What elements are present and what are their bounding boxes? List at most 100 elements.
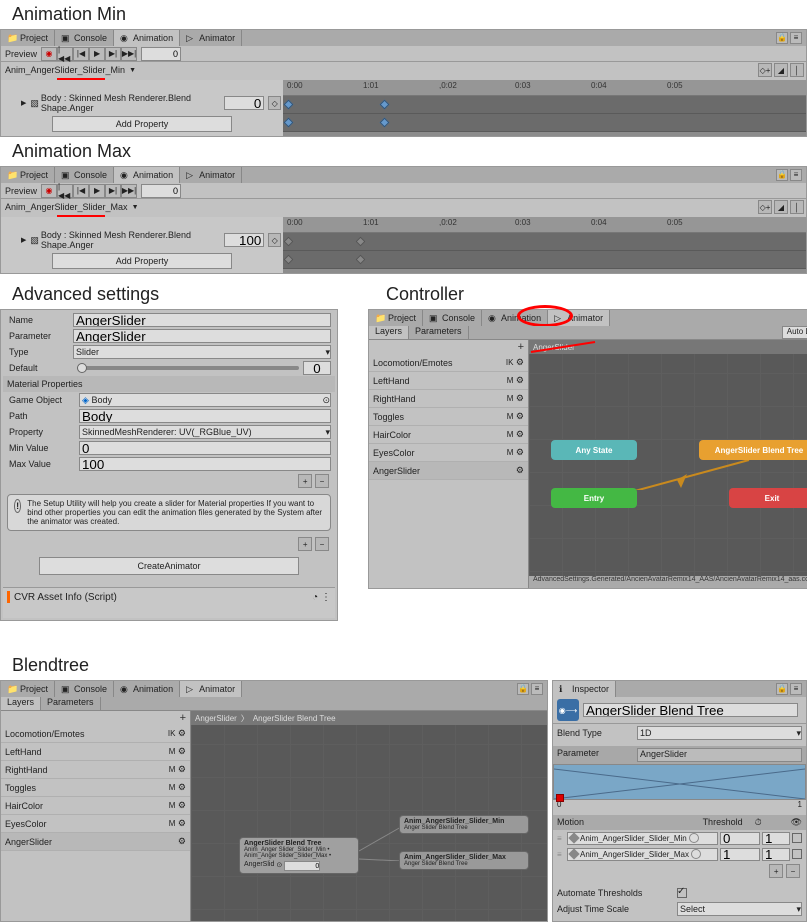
tab-animator[interactable]: ▷Animator (180, 167, 242, 183)
tab-animator[interactable]: ▷Animator (180, 30, 242, 46)
mirror-checkbox[interactable] (792, 849, 802, 859)
animator-graph[interactable]: AngerSlider Any State Entry AngerSlider … (529, 340, 807, 588)
tab-console[interactable]: ▣Console (55, 30, 114, 46)
layer-item[interactable]: RightHandM ⚙ (1, 761, 190, 779)
keyframe[interactable] (380, 118, 390, 128)
gear-icon[interactable]: ⚙ (516, 429, 524, 439)
more-icon[interactable]: │ (790, 200, 804, 214)
tab-console[interactable]: ▣Console (423, 310, 482, 326)
frame-field[interactable] (141, 47, 181, 61)
blend-param-value[interactable] (284, 861, 320, 871)
keyframe[interactable] (284, 118, 294, 128)
timeline-ruler[interactable]: 0:001:01,0:020:030:040:05 (283, 217, 806, 233)
blend-leaf-max[interactable]: Anim_AngerSlider_Slider_Max Anger Slider… (399, 851, 529, 870)
threshold-field[interactable] (720, 848, 760, 861)
blendtree-graph[interactable]: AngerSlider〉AngerSlider Blend Tree Anger… (191, 711, 547, 921)
gameobject-field[interactable]: ◈ Body⊙ (79, 393, 331, 407)
motion-row[interactable]: ≡ Anim_AngerSlider_Slider_Max (553, 846, 806, 862)
blend-root-node[interactable]: AngerSlider Blend Tree Anim_Anger Slider… (239, 837, 359, 874)
summary-track[interactable] (283, 96, 806, 114)
type-dropdown[interactable]: Slider▾ (73, 345, 331, 359)
layer-item[interactable]: TogglesM ⚙ (1, 779, 190, 797)
add-property-button[interactable]: Add Property (52, 116, 232, 132)
clip-selector[interactable]: Anim_AngerSlider_Slider_Max▼ (1, 202, 231, 212)
key-toggle-icon[interactable]: ◇ (268, 96, 281, 110)
tab-animation[interactable]: ◉Animation (114, 30, 180, 46)
motion-row[interactable]: ≡ Anim_AngerSlider_Slider_Min (553, 830, 806, 846)
next-key-button[interactable]: ▶| (105, 47, 121, 61)
summary-track[interactable] (283, 233, 806, 251)
add-icon[interactable]: + (298, 537, 312, 551)
property-track[interactable] (283, 251, 806, 269)
gear-icon[interactable]: ⚙ (516, 465, 524, 475)
gear-icon[interactable]: ⚙ (516, 393, 524, 403)
gear-icon[interactable]: ⚙ (178, 818, 186, 828)
gear-icon[interactable]: ⚙ (178, 728, 186, 738)
remove-icon[interactable]: − (315, 537, 329, 551)
remove-icon[interactable]: − (786, 864, 800, 878)
default-value[interactable] (303, 361, 331, 375)
node-exit[interactable]: Exit (729, 488, 807, 508)
gear-icon[interactable]: ⚙ (178, 764, 186, 774)
add-key-icon[interactable]: ◇+ (758, 63, 772, 77)
panel-menu-icon[interactable]: ≡ (790, 683, 802, 695)
expand-icon[interactable]: ▶ (21, 236, 26, 244)
speed-field[interactable] (762, 848, 790, 861)
keyframe[interactable] (284, 237, 294, 247)
tab-animation[interactable]: ◉Animation (114, 681, 180, 697)
add-icon[interactable]: + (769, 864, 783, 878)
add-icon[interactable]: + (298, 474, 312, 488)
layer-item[interactable]: LeftHandM ⚙ (369, 372, 528, 390)
keyframe[interactable] (356, 255, 366, 265)
gear-icon[interactable]: ⚙ (516, 411, 524, 421)
auto-live-link-button[interactable]: Auto Live Link (782, 326, 807, 339)
gear-icon[interactable]: ⚙ (178, 782, 186, 792)
parameters-tab[interactable]: Parameters (41, 697, 101, 710)
add-layer-icon[interactable]: + (369, 340, 528, 354)
lock-icon[interactable]: 🔒 (776, 32, 788, 44)
drag-handle-icon[interactable]: ≡ (557, 850, 565, 859)
layers-tab[interactable]: Layers (369, 326, 409, 339)
tab-project[interactable]: 📁Project (1, 30, 55, 46)
gear-icon[interactable]: ⚙ (516, 357, 524, 367)
record-button[interactable]: ◉ (41, 184, 57, 198)
property-value[interactable] (224, 96, 264, 110)
more-icon[interactable]: │ (790, 63, 804, 77)
frame-field[interactable] (141, 184, 181, 198)
layer-item[interactable]: HairColorM ⚙ (1, 797, 190, 815)
layer-item[interactable]: LeftHandM ⚙ (1, 743, 190, 761)
blendtree-name-field[interactable] (583, 703, 798, 717)
motion-field[interactable]: Anim_AngerSlider_Slider_Min (567, 832, 718, 845)
path-field[interactable] (79, 409, 331, 423)
motion-field[interactable]: Anim_AngerSlider_Slider_Max (567, 848, 718, 861)
parameter-field[interactable] (73, 329, 331, 343)
clip-selector[interactable]: Anim_AngerSlider_Slider_Min▼ (1, 65, 231, 75)
prev-frame-button[interactable]: |◀◀ (57, 184, 73, 198)
expand-icon[interactable]: ▶ (21, 99, 26, 107)
threshold-field[interactable] (720, 832, 760, 845)
play-button[interactable]: ▶ (89, 47, 105, 61)
play-button[interactable]: ▶ (89, 184, 105, 198)
default-slider[interactable] (77, 366, 299, 370)
max-field[interactable] (79, 457, 331, 471)
add-event-icon[interactable]: ◢ (774, 200, 788, 214)
property-row[interactable]: ▶ ▧ Body : Skinned Mesh Renderer.Blend S… (1, 231, 283, 249)
layer-item[interactable]: EyesColorM ⚙ (369, 444, 528, 462)
panel-menu-icon[interactable]: ≡ (531, 683, 543, 695)
record-button[interactable]: ◉ (41, 47, 57, 61)
tab-console[interactable]: ▣Console (55, 167, 114, 183)
gear-icon[interactable]: ⚙ (178, 746, 186, 756)
add-event-icon[interactable]: ◢ (774, 63, 788, 77)
mirror-checkbox[interactable] (792, 833, 802, 843)
gear-icon[interactable]: ⚙ (516, 375, 524, 385)
prev-key-button[interactable]: |◀ (73, 184, 89, 198)
property-track[interactable] (283, 114, 806, 132)
property-value[interactable] (224, 233, 264, 247)
gear-icon[interactable]: ⚙ (516, 447, 524, 457)
tab-animation[interactable]: ◉Animation (114, 167, 180, 183)
tab-animator[interactable]: ▷Animator (180, 681, 242, 697)
keyframe[interactable] (380, 100, 390, 110)
property-dropdown[interactable]: SkinnedMeshRenderer: UV(_RGBlue_UV)▾ (79, 425, 331, 439)
timeline-ruler[interactable]: 0:001:01,0:020:030:040:05 (283, 80, 806, 96)
keyframe[interactable] (284, 100, 294, 110)
